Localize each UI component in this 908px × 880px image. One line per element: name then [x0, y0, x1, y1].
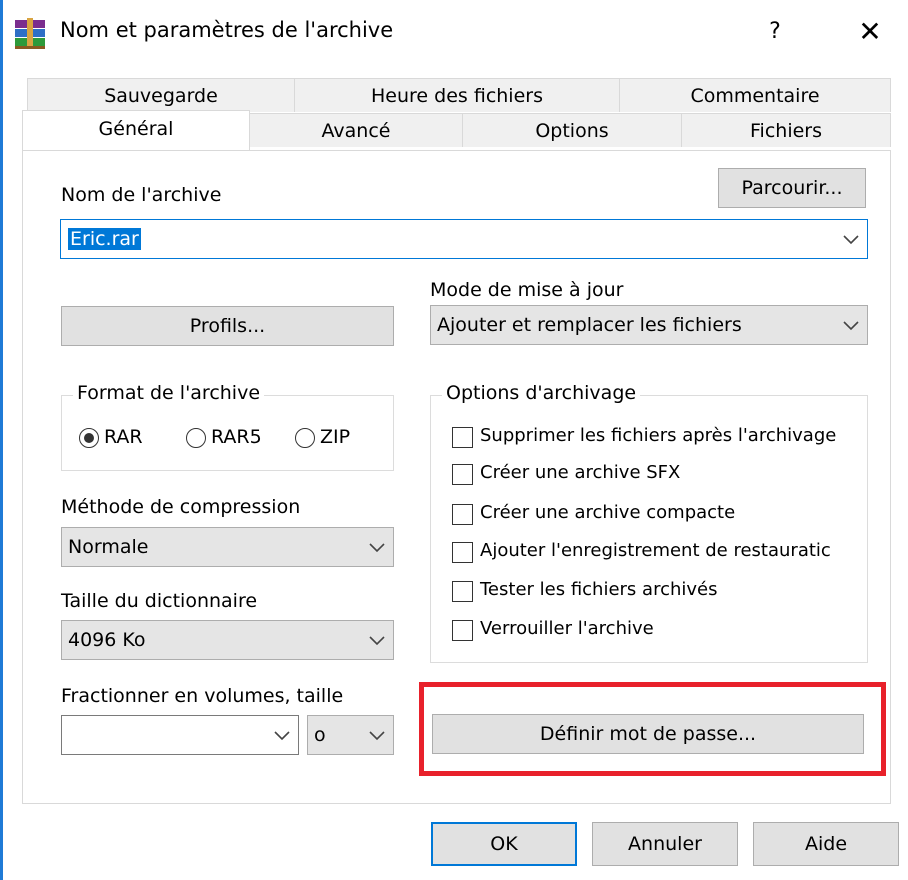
archiving-options-title: Options d'archivage [442, 382, 641, 404]
checkbox-test[interactable] [452, 581, 473, 602]
tab-avance[interactable]: Avancé [249, 113, 463, 147]
checkbox-recovery-label[interactable]: Ajouter l'enregistrement de restauratic [480, 540, 831, 561]
compression-select[interactable]: Normale [61, 527, 394, 567]
checkbox-test-label[interactable]: Tester les fichiers archivés [480, 579, 717, 600]
compression-value: Normale [68, 536, 149, 558]
radio-rar-label[interactable]: RAR [104, 426, 143, 448]
radio-rar[interactable] [79, 428, 99, 448]
checkbox-sfx-label[interactable]: Créer une archive SFX [480, 462, 680, 483]
split-unit-value: o [314, 724, 326, 746]
cancel-button[interactable]: Annuler [592, 822, 738, 866]
chevron-down-icon [843, 321, 859, 331]
chevron-down-icon[interactable] [841, 232, 861, 246]
set-password-button[interactable]: Définir mot de passe... [432, 714, 864, 754]
archive-name-value: Eric.rar [68, 228, 141, 250]
radio-rar5-label[interactable]: RAR5 [211, 426, 262, 448]
split-label: Fractionner en volumes, taille [61, 685, 344, 707]
chevron-down-icon [369, 731, 385, 741]
chevron-down-icon [369, 636, 385, 646]
update-mode-label: Mode de mise à jour [430, 279, 624, 301]
archive-format-title: Format de l'archive [73, 382, 265, 404]
tab-general[interactable]: Général [22, 110, 250, 150]
checkbox-delete-after[interactable] [452, 427, 473, 448]
tab-commentaire[interactable]: Commentaire [619, 78, 891, 112]
split-size-input[interactable] [61, 715, 299, 755]
radio-rar5[interactable] [186, 428, 206, 448]
chevron-down-icon[interactable] [272, 728, 292, 742]
window-border [0, 0, 3, 880]
chevron-down-icon [369, 543, 385, 553]
checkbox-solid[interactable] [452, 504, 473, 525]
checkbox-delete-after-label[interactable]: Supprimer les fichiers après l'archivage [480, 425, 836, 446]
archive-name-label: Nom de l'archive [61, 184, 222, 206]
tab-fichiers[interactable]: Fichiers [681, 113, 891, 147]
help-icon[interactable]: ? [755, 14, 795, 50]
ok-button[interactable]: OK [431, 822, 577, 866]
checkbox-sfx[interactable] [452, 464, 473, 485]
window-title: Nom et paramètres de l'archive [60, 18, 394, 42]
compression-label: Méthode de compression [61, 496, 301, 518]
archive-name-input[interactable]: Eric.rar [60, 219, 868, 259]
checkbox-solid-label[interactable]: Créer une archive compacte [480, 502, 735, 523]
update-mode-select[interactable]: Ajouter et remplacer les fichiers [430, 305, 868, 345]
checkbox-lock[interactable] [452, 620, 473, 641]
update-mode-value: Ajouter et remplacer les fichiers [437, 314, 742, 336]
winrar-app-icon [15, 18, 45, 49]
close-icon[interactable]: ✕ [848, 12, 892, 52]
checkbox-lock-label[interactable]: Verrouiller l'archive [480, 618, 654, 639]
profiles-button[interactable]: Profils... [61, 306, 394, 346]
dictionary-value: 4096 Ko [68, 629, 146, 651]
radio-zip[interactable] [295, 428, 315, 448]
dictionary-select[interactable]: 4096 Ko [61, 620, 394, 660]
checkbox-recovery[interactable] [452, 542, 473, 563]
help-button[interactable]: Aide [753, 822, 899, 866]
dictionary-label: Taille du dictionnaire [61, 590, 258, 612]
split-unit-select[interactable]: o [307, 715, 394, 755]
tab-options[interactable]: Options [462, 113, 682, 147]
tab-heure-des-fichiers[interactable]: Heure des fichiers [294, 78, 620, 112]
browse-button[interactable]: Parcourir... [718, 168, 866, 208]
radio-zip-label[interactable]: ZIP [320, 426, 350, 448]
tab-sauvegarde[interactable]: Sauvegarde [27, 78, 295, 112]
archive-dialog: Nom et paramètres de l'archive ? ✕ Sauve… [0, 0, 908, 880]
